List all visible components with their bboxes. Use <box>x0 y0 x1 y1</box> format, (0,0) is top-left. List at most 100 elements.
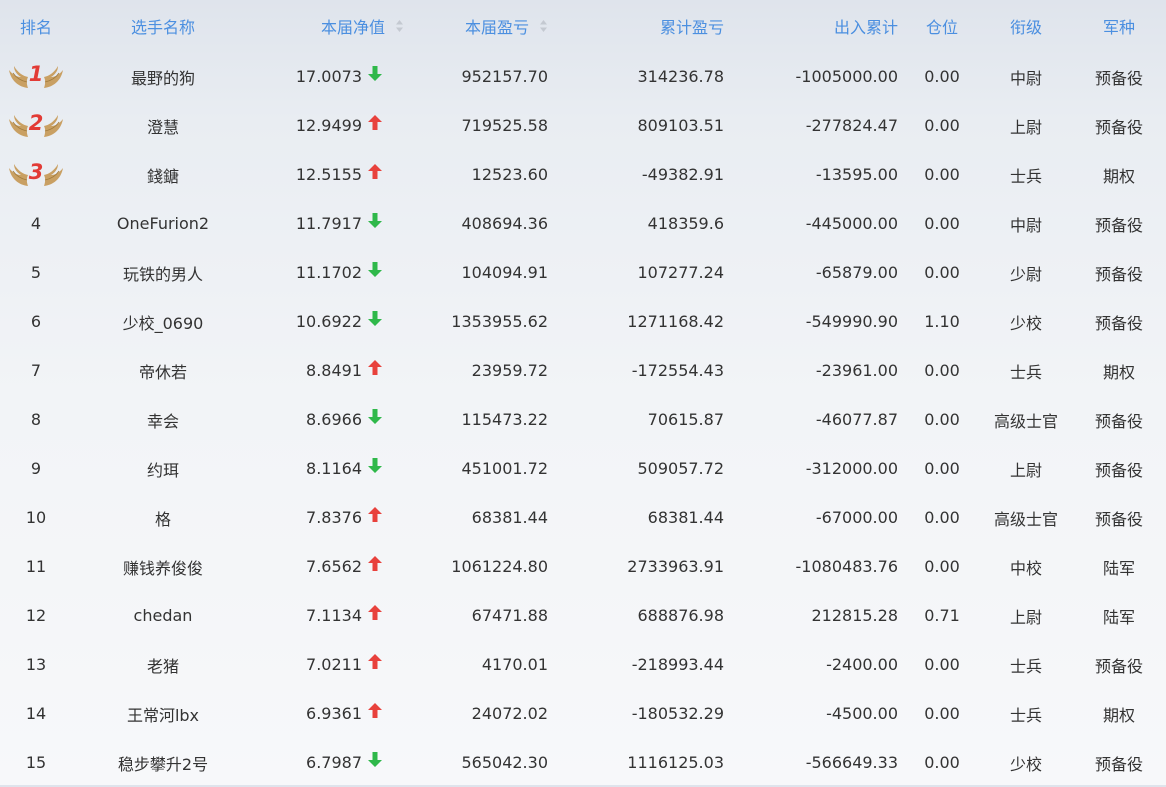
flow-value: -312000.00 <box>805 459 898 478</box>
pnl-value: 68381.44 <box>471 508 548 527</box>
nav-value: 11.7917 <box>295 213 362 233</box>
nav-cell: 6.9361 <box>254 689 412 738</box>
rank-cell: 4 <box>30 214 42 233</box>
arrow-down-icon <box>368 310 382 330</box>
position-value: 0.00 <box>924 508 960 527</box>
rank-cell: 9 <box>30 459 42 478</box>
header-position: 仓位 <box>925 18 958 37</box>
table-body: 1 最野的狗 17.0073 952157.70 314236.78 -1005000.0… <box>0 52 1166 787</box>
nav-cell: 8.1164 <box>254 444 412 493</box>
nav-cell: 7.0211 <box>254 640 412 689</box>
branch-value: 预备役 <box>1094 460 1143 480</box>
cum-pnl-value: 107277.24 <box>637 263 724 282</box>
nav-cell: 17.0073 <box>254 52 412 101</box>
rank-cell: 11 <box>25 557 47 576</box>
nav-value: 6.7987 <box>306 752 362 772</box>
header-nav-label: 本届净值 <box>320 18 385 37</box>
nav-value: 7.0211 <box>306 654 362 674</box>
arrow-up-icon <box>368 604 382 624</box>
nav-value: 8.6966 <box>306 409 362 429</box>
pnl-value: 952157.70 <box>461 67 548 86</box>
nav-value: 7.6562 <box>306 556 362 576</box>
flow-value: -1080483.76 <box>795 557 898 576</box>
cum-pnl-value: 2733963.91 <box>627 557 724 576</box>
pnl-value: 12523.60 <box>471 165 548 184</box>
arrow-up-icon <box>368 163 382 183</box>
arrow-up-icon <box>368 653 382 673</box>
nav-value: 8.1164 <box>306 458 362 478</box>
nav-cell: 8.6966 <box>254 395 412 444</box>
nav-cell: 7.1134 <box>254 591 412 640</box>
nav-value: 8.8491 <box>306 360 362 380</box>
nav-value: 10.6922 <box>295 311 362 331</box>
rank-cell: 12 <box>25 606 47 625</box>
cum-pnl-value: 314236.78 <box>637 67 724 86</box>
cum-pnl-value: -172554.43 <box>631 361 724 380</box>
flow-value: -445000.00 <box>805 214 898 233</box>
pnl-value: 1061224.80 <box>451 557 548 576</box>
table-row: 11 赚钱养俊俊 7.6562 1061224.80 2733963.91 -108048… <box>0 542 1166 591</box>
flow-value: -2400.00 <box>826 655 898 674</box>
rank-cell: 15 <box>25 753 47 772</box>
arrow-down-icon <box>368 408 382 428</box>
player-name: 錢鎕 <box>146 166 179 186</box>
table-row: 4 OneFurion2 11.7917 408694.36 418359.6 -4450… <box>0 199 1166 248</box>
flow-value: -4500.00 <box>826 704 898 723</box>
flow-value: -549990.90 <box>805 312 898 331</box>
nav-cell: 10.6922 <box>254 297 412 346</box>
arrow-up-icon <box>368 506 382 526</box>
table-row: 12 chedan 7.1134 67471.88 688876.98 212815.28… <box>0 591 1166 640</box>
title-value: 上尉 <box>1009 117 1042 137</box>
pnl-value: 115473.22 <box>461 410 548 429</box>
header-flow: 出入累计 <box>833 18 898 37</box>
cum-pnl-value: 418359.6 <box>647 214 724 233</box>
position-value: 0.71 <box>924 606 960 625</box>
flow-value: -566649.33 <box>805 753 898 772</box>
nav-value: 11.1702 <box>295 262 362 282</box>
position-value: 0.00 <box>924 263 960 282</box>
sort-icon[interactable] <box>395 18 404 37</box>
branch-value: 期权 <box>1102 166 1135 186</box>
header-pnl-sortable[interactable]: 本届盈亏 <box>412 0 574 52</box>
nav-value: 7.1134 <box>306 605 362 625</box>
position-value: 0.00 <box>924 459 960 478</box>
flow-value: -23961.00 <box>815 361 898 380</box>
branch-value: 预备役 <box>1094 68 1143 88</box>
rank-number: 3 <box>29 160 44 184</box>
header-nav-sortable[interactable]: 本届净值 <box>254 0 412 52</box>
arrow-up-icon <box>368 359 382 379</box>
position-value: 0.00 <box>924 655 960 674</box>
nav-cell: 8.8491 <box>254 346 412 395</box>
nav-value: 12.9499 <box>295 115 362 135</box>
rank-number: 2 <box>29 111 44 135</box>
flow-value: 212815.28 <box>811 606 898 625</box>
header-branch: 军种 <box>1102 18 1135 37</box>
arrow-down-icon <box>368 751 382 771</box>
nav-value: 7.8376 <box>306 507 362 527</box>
pnl-value: 451001.72 <box>461 459 548 478</box>
rank-cell: 3 <box>0 150 72 199</box>
branch-value: 预备役 <box>1094 313 1143 333</box>
player-name: 王常河lbx <box>126 705 200 725</box>
title-value: 中校 <box>1009 558 1042 578</box>
table-row: 5 玩铁的男人 11.1702 104094.91 107277.24 -65879.00… <box>0 248 1166 297</box>
table-row: 6 少校_0690 10.6922 1353955.62 1271168.42 -5499… <box>0 297 1166 346</box>
title-value: 少尉 <box>1009 264 1042 284</box>
title-value: 少校 <box>1009 754 1042 774</box>
position-value: 0.00 <box>924 410 960 429</box>
position-value: 0.00 <box>924 704 960 723</box>
player-name: 澄慧 <box>146 117 179 137</box>
sort-icon[interactable] <box>539 18 548 37</box>
branch-value: 预备役 <box>1094 264 1143 284</box>
header-rank: 排名 <box>19 18 52 37</box>
player-name: 稳步攀升2号 <box>117 754 209 774</box>
cum-pnl-value: 809103.51 <box>637 116 724 135</box>
arrow-down-icon <box>368 212 382 232</box>
title-value: 士兵 <box>1009 362 1042 382</box>
rank-number: 1 <box>29 62 44 86</box>
nav-cell: 6.7987 <box>254 738 412 787</box>
arrow-down-icon <box>368 65 382 85</box>
table-row: 9 约珥 8.1164 451001.72 509057.72 -312000.00 0.0… <box>0 444 1166 493</box>
branch-value: 预备役 <box>1094 656 1143 676</box>
cum-pnl-value: 688876.98 <box>637 606 724 625</box>
